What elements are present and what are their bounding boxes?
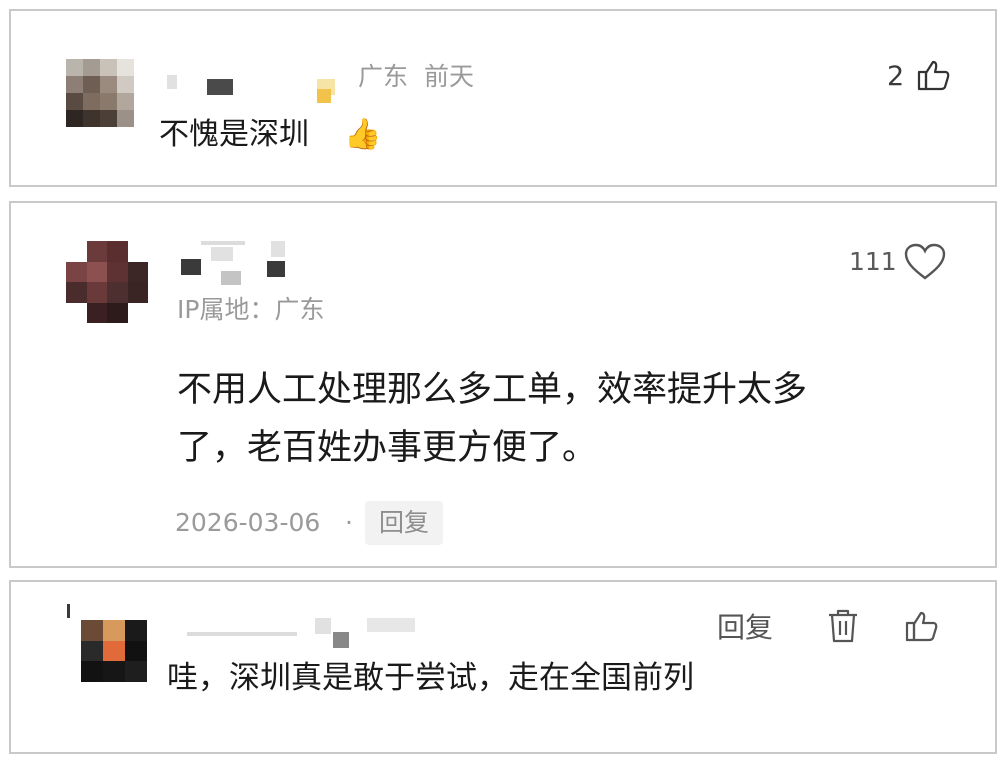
trash-icon[interactable] [827,608,859,644]
username-redacted[interactable] [211,247,233,261]
username-redacted[interactable] [267,261,285,277]
comment-card-1: 广东 前天 2 不愧是深圳 👍 [9,9,997,187]
username-redacted[interactable] [315,618,331,634]
comment-card-3: 回复 哇，深圳真是敢于尝试，走在全国前列 [9,580,997,754]
thumbs-up-icon[interactable] [917,59,951,91]
username-redacted[interactable] [221,271,241,285]
avatar-edge [67,604,70,618]
avatar[interactable] [66,241,148,323]
thumbs-up-outline-icon[interactable] [905,610,939,642]
like-count: 111 [849,247,897,276]
username-redacted[interactable] [167,75,177,89]
ip-location: IP属地：广东 [177,295,325,324]
username-redacted[interactable] [201,241,245,245]
comment-text-line-1: 不用人工处理那么多工单，效率提升太多 [177,370,808,410]
comment-text: 不用人工处理那么多工单，效率提升太多 了，老百姓办事更方便了。 [177,361,977,477]
comment-text: 不愧是深圳 [159,117,309,152]
username-redacted[interactable] [187,632,297,636]
heart-icon[interactable] [903,243,947,281]
avatar[interactable] [81,620,147,682]
time-text: 前天 [424,62,475,91]
badge-icon [311,71,339,107]
thumbs-up-emoji-icon: 👍 [344,117,382,152]
comment-text: 哇，深圳真是敢于尝试，走在全国前列 [167,660,694,696]
comment-card-2: 111 IP属地：广东 不用人工处理那么多工单，效率提升太多 了，老百姓办事更方… [9,201,997,568]
like-count: 2 [887,61,905,92]
date-text: 2026-03-06 [175,508,321,537]
username-redacted[interactable] [333,632,349,648]
username-redacted[interactable] [271,241,285,257]
username-redacted[interactable] [181,259,201,275]
username-redacted[interactable] [367,618,415,632]
username-redacted[interactable] [207,79,233,95]
separator-dot: · [345,508,353,537]
reply-button[interactable]: 回复 [365,501,443,545]
location-text: 广东 [358,62,409,91]
avatar[interactable] [66,59,134,127]
comment-text-line-2: 了，老百姓办事更方便了。 [177,428,598,468]
reply-button[interactable]: 回复 [717,610,773,646]
